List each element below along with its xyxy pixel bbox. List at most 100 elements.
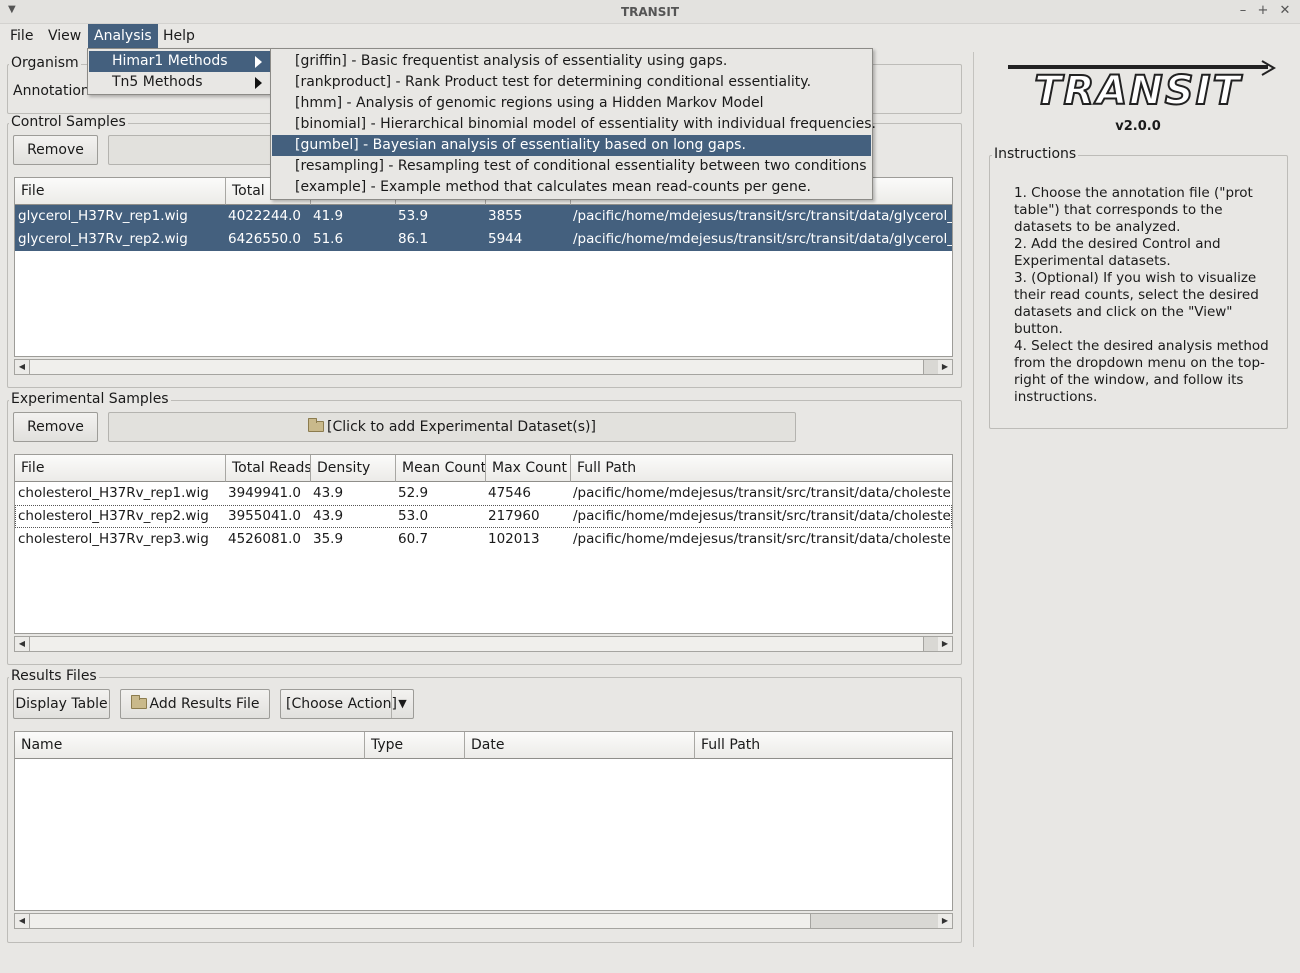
cell-file: cholesterol_H37Rv_rep3.wig [18,531,209,547]
scrollbar-thumb[interactable] [29,914,811,928]
choose-action-dropdown[interactable]: [Choose Action] ▼ [280,689,414,719]
scroll-left-icon[interactable]: ◀ [15,914,29,928]
cell-total-reads: 3949941.0 [228,485,302,501]
scroll-right-icon[interactable]: ▶ [938,914,952,928]
column-header-type[interactable]: Type [365,732,465,759]
scroll-right-icon[interactable]: ▶ [938,637,952,651]
results-horizontal-scrollbar[interactable]: ◀ ▶ [14,913,953,929]
menu-item-himar1-methods[interactable]: Himar1 Methods [89,51,270,72]
menu-bar: File View Analysis Help [0,24,1300,48]
organism-label: Organism [9,55,81,71]
menu-item-example[interactable]: [example] - Example method that calculat… [272,177,871,198]
instructions-text: 1. Choose the annotation file ("prot tab… [1014,185,1269,405]
scroll-left-icon[interactable]: ◀ [15,637,29,651]
cell-full-path: /pacific/home/mdejesus/transit/src/trans… [573,531,953,547]
menu-item-tn5-methods[interactable]: Tn5 Methods [89,72,270,93]
column-header-file[interactable]: File [15,178,226,205]
table-row[interactable]: glycerol_H37Rv_rep1.wig 4022244.0 41.9 5… [15,205,952,228]
menu-item-rankproduct[interactable]: [rankproduct] - Rank Product test for de… [272,72,871,93]
minimize-icon[interactable]: – [1235,3,1251,18]
panel-splitter[interactable] [973,52,974,947]
transit-logo: TRANSIT [1000,58,1280,115]
column-header-mean-count[interactable]: Mean Count [396,455,486,482]
cell-total-reads: 4022244.0 [228,208,302,224]
column-header-density[interactable]: Density [311,455,396,482]
menu-item-resampling[interactable]: [resampling] - Resampling test of condit… [272,156,871,177]
control-samples-label: Control Samples [9,114,128,130]
column-header-total-reads[interactable]: Total Reads [226,455,311,482]
folder-icon [308,418,325,432]
himar1-methods-submenu: [griffin] - Basic frequentist analysis o… [270,48,876,200]
add-results-file-label: Add Results File [149,696,260,712]
submenu-arrow-icon [255,77,262,89]
menu-item-binomial[interactable]: [binomial] - Hierarchical binomial model… [272,114,876,135]
cell-density: 41.9 [313,208,344,224]
control-remove-button[interactable]: Remove [13,135,98,165]
column-header-full-path[interactable]: Full Path [695,732,952,759]
cell-max-count: 102013 [488,531,540,547]
cell-mean-count: 60.7 [398,531,429,547]
menu-item-hmm[interactable]: [hmm] - Analysis of genomic regions usin… [272,93,871,114]
folder-icon [130,695,147,709]
version-label: v2.0.0 [1115,119,1161,134]
chevron-down-icon[interactable]: ▼ [391,690,413,718]
menu-item-gumbel[interactable]: [gumbel] - Bayesian analysis of essentia… [272,135,871,156]
cell-mean-count: 52.9 [398,485,429,501]
analysis-menu: Himar1 Methods Tn5 Methods [87,48,272,95]
window-title: TRANSIT [620,5,680,19]
control-horizontal-scrollbar[interactable]: ◀ ▶ [14,359,953,375]
choose-action-value: [Choose Action] [286,696,397,712]
table-row[interactable]: glycerol_H37Rv_rep2.wig 6426550.0 51.6 8… [15,228,952,251]
cell-max-count: 47546 [488,485,531,501]
experimental-samples-list: File Total Reads Density Mean Count Max … [14,454,953,634]
results-files-label: Results Files [9,668,99,684]
cell-mean-count: 53.9 [398,208,429,224]
cell-full-path: /pacific/home/mdejesus/transit/src/trans… [573,208,953,224]
menu-view[interactable]: View [42,24,87,48]
svg-text:TRANSIT: TRANSIT [1034,68,1242,114]
column-header-name[interactable]: Name [15,732,365,759]
table-row[interactable]: cholesterol_H37Rv_rep1.wig 3949941.0 43.… [15,482,952,505]
maximize-icon[interactable]: + [1255,3,1271,18]
cell-total-reads: 4526081.0 [228,531,302,547]
cell-full-path: /pacific/home/mdejesus/transit/src/trans… [573,231,953,247]
annotation-label: Annotation [13,83,90,99]
menu-item-label: Tn5 Methods [112,74,203,90]
cell-density: 35.9 [313,531,344,547]
menu-file[interactable]: File [4,24,39,48]
column-header-date[interactable]: Date [465,732,695,759]
scroll-right-icon[interactable]: ▶ [938,360,952,374]
cell-max-count: 3855 [488,208,523,224]
scrollbar-thumb[interactable] [29,637,924,651]
cell-mean-count: 86.1 [398,231,429,247]
cell-density: 51.6 [313,231,344,247]
column-header-file[interactable]: File [15,455,226,482]
cell-file: cholesterol_H37Rv_rep2.wig [18,508,209,524]
menu-item-label: Himar1 Methods [112,53,228,69]
cell-file: glycerol_H37Rv_rep1.wig [18,208,188,224]
column-header-full-path[interactable]: Full Path [571,455,952,482]
scroll-left-icon[interactable]: ◀ [15,360,29,374]
experimental-horizontal-scrollbar[interactable]: ◀ ▶ [14,636,953,652]
cell-full-path: /pacific/home/mdejesus/transit/src/trans… [573,508,953,524]
instructions-label: Instructions [992,146,1079,162]
scrollbar-thumb[interactable] [29,360,924,374]
menu-help[interactable]: Help [157,24,201,48]
table-row[interactable]: cholesterol_H37Rv_rep3.wig 4526081.0 35.… [15,528,952,551]
column-header-max-count[interactable]: Max Count [486,455,571,482]
cell-max-count: 5944 [488,231,523,247]
experimental-remove-button[interactable]: Remove [13,412,98,442]
add-experimental-dataset-label: [Click to add Experimental Dataset(s)] [327,419,596,435]
table-row[interactable]: cholesterol_H37Rv_rep2.wig 3955041.0 43.… [15,505,952,528]
results-files-list: Name Type Date Full Path [14,731,953,911]
cell-density: 43.9 [313,485,344,501]
display-table-button[interactable]: Display Table [13,689,110,719]
close-icon[interactable]: ✕ [1277,3,1293,18]
cell-file: glycerol_H37Rv_rep2.wig [18,231,188,247]
add-experimental-dataset-button[interactable]: [Click to add Experimental Dataset(s)] [108,412,796,442]
menu-analysis[interactable]: Analysis [88,24,158,48]
cell-full-path: /pacific/home/mdejesus/transit/src/trans… [573,485,953,501]
add-results-file-button[interactable]: Add Results File [120,689,270,719]
cell-file: cholesterol_H37Rv_rep1.wig [18,485,209,501]
menu-item-griffin[interactable]: [griffin] - Basic frequentist analysis o… [272,51,871,72]
